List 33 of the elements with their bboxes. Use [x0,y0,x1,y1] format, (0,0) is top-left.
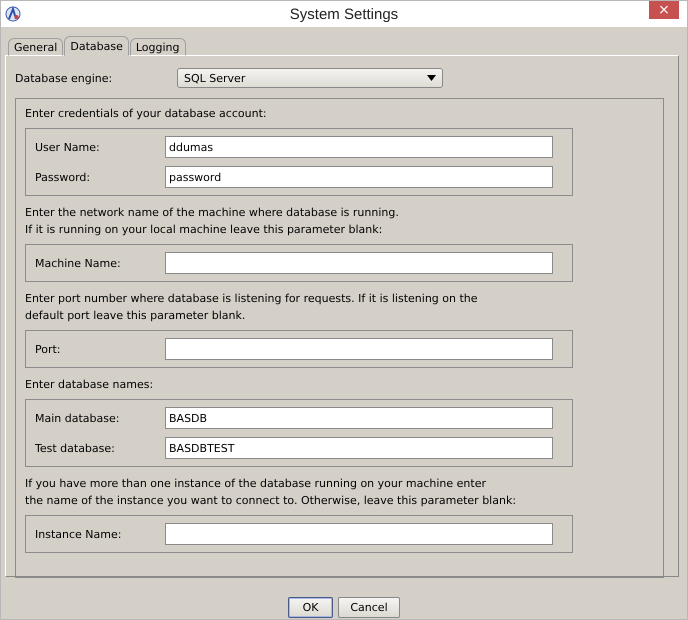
tab[interactable]: General [8,38,64,56]
instruction-text: Enter database names: [25,377,154,393]
text-field[interactable] [165,338,553,360]
tab[interactable]: Logging [130,38,186,56]
window-title: System Settings [290,6,398,22]
ok-button[interactable]: OK [288,597,333,618]
field-label: Machine Name: [35,256,122,270]
field-label: Port: [35,342,62,356]
instruction-text: Enter the network name of the machine where database is running. [25,205,400,221]
text-field[interactable] [165,523,553,545]
cancel-button[interactable]: Cancel [338,597,400,618]
field-label: Instance Name: [35,528,122,540]
instruction-text: If it is running on your local machine leave this parameter blank: [25,222,384,238]
instruction-text: Enter port number where database is listening for requests. If it is listening on the [25,291,479,307]
instruction-text: If you have more than one instance of the database running on your machine enter [25,476,487,492]
caret-icon [427,75,436,81]
tab[interactable]: Database [64,36,129,56]
field-label: Database engine: [15,72,114,84]
close-button[interactable]: × [649,1,679,19]
field-label: User Name: [35,140,101,154]
text-field[interactable]: ddumas [165,136,553,158]
field-label: Main database: [35,412,120,424]
instruction-text: the name of the instance you want to connect to. Otherwise, leave this parameter blank: [25,493,518,509]
app-logo-icon [5,6,21,22]
text-field[interactable]: BASDBTEST [165,437,553,459]
field-label: Password: [35,170,92,184]
instruction-text: Enter credentials of your database account: [25,106,268,122]
field-label: Test database: [35,442,116,454]
text-field[interactable]: BASDB [165,407,553,429]
text-field[interactable]: password [165,166,553,188]
engine-dropdown[interactable]: SQL Server [177,68,443,88]
instruction-text: default port leave this parameter blank. [25,308,246,324]
text-field[interactable] [165,252,553,274]
